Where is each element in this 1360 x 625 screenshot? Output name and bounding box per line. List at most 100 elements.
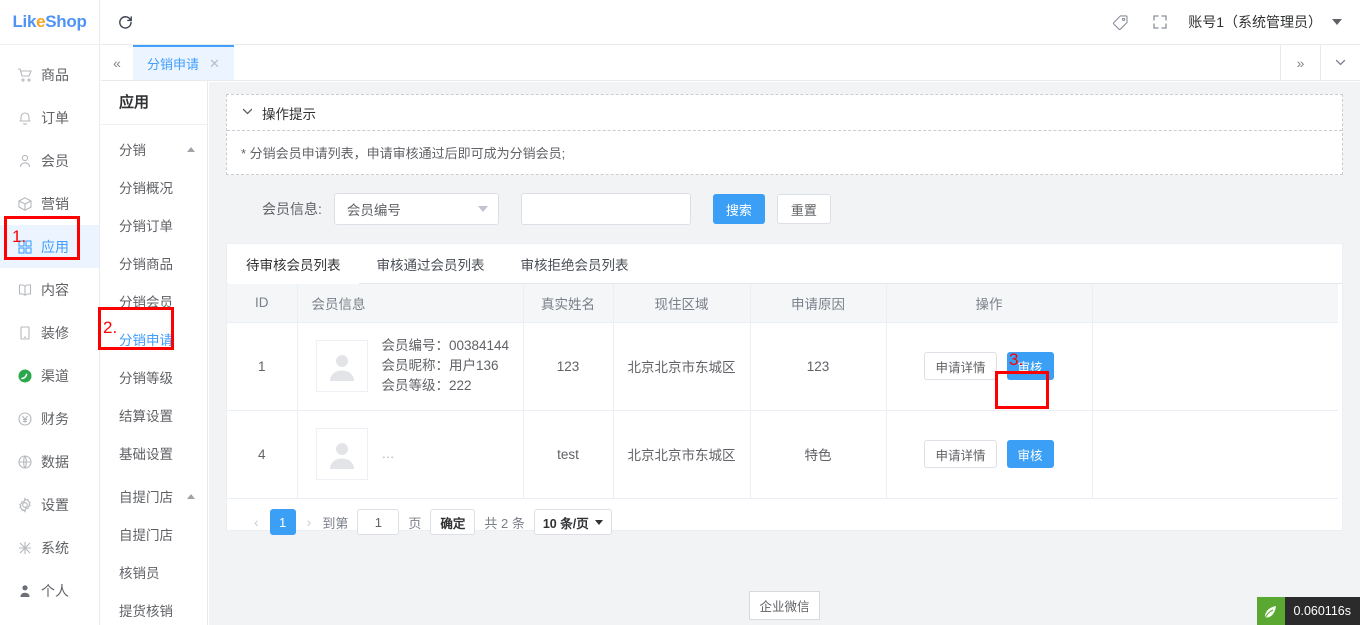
sidebar-label: 营销: [41, 194, 69, 214]
submenu-item-distribution-goods[interactable]: 分销商品: [101, 244, 207, 282]
page-tab-distribution-apply[interactable]: 分销申请 ✕: [133, 45, 234, 80]
submenu-item-pickup-verify[interactable]: 提货核销: [101, 591, 207, 625]
cell-operations: 申请详情 审核: [886, 410, 1092, 498]
sidebar-item-apps[interactable]: 应用: [0, 225, 99, 268]
operation-tip-header[interactable]: 操作提示: [227, 95, 1342, 131]
submenu-item-basic-settings[interactable]: 基础设置: [101, 434, 207, 472]
refresh-icon[interactable]: [101, 14, 149, 31]
submenu-item-pickup-store[interactable]: 自提门店: [101, 515, 207, 553]
page-number-1[interactable]: 1: [270, 509, 296, 535]
sidebar-label: 商品: [41, 65, 69, 85]
sidebar-item-system[interactable]: 系统: [0, 526, 99, 569]
audit-button[interactable]: 审核: [1007, 440, 1054, 468]
sidebar-item-orders[interactable]: 订单: [0, 96, 99, 139]
search-input[interactable]: [521, 193, 691, 225]
sidebar-label: 数据: [41, 452, 69, 472]
main-content: 操作提示 * 分销会员申请列表，申请审核通过后即可成为分销会员; 会员信息: 会…: [209, 82, 1360, 625]
audit-button[interactable]: 审核: [1007, 352, 1054, 380]
submenu-item-label: 基础设置: [119, 443, 173, 463]
submenu-item-distribution-members[interactable]: 分销会员: [101, 282, 207, 320]
system-icon: [16, 539, 33, 556]
sidebar-item-marketing[interactable]: 营销: [0, 182, 99, 225]
submenu-item-distribution-orders[interactable]: 分销订单: [101, 206, 207, 244]
chevron-left-icon[interactable]: ‹: [252, 514, 261, 530]
page-size-select[interactable]: 10 条/页: [534, 509, 612, 535]
sidebar-item-members[interactable]: 会员: [0, 139, 99, 182]
column-header-operations: 操作: [886, 284, 1092, 322]
chevron-up-icon: [187, 147, 195, 152]
member-details: …: [382, 444, 395, 464]
tab-pending-review[interactable]: 待审核会员列表: [227, 244, 359, 283]
tab-spacer: [234, 45, 1280, 80]
user-icon: [16, 152, 33, 169]
confirm-page-button[interactable]: 确定: [430, 509, 475, 535]
column-header-id: ID: [227, 284, 297, 322]
chevron-down-icon[interactable]: [1332, 19, 1342, 25]
tab-dropdown-icon[interactable]: [1320, 45, 1360, 80]
search-label: 会员信息:: [262, 199, 322, 219]
submenu-item-distribution-level[interactable]: 分销等级: [101, 358, 207, 396]
cell-reason: 123: [750, 322, 886, 410]
tag-icon[interactable]: [1100, 14, 1140, 31]
submenu-group-distribution[interactable]: 分销: [101, 130, 207, 168]
sidebar-label: 财务: [41, 409, 69, 429]
application-detail-button[interactable]: 申请详情: [924, 440, 996, 468]
sidebar-item-finance[interactable]: 财务: [0, 397, 99, 440]
app-root: LikeShop 商品 订单 会员 营销 应用: [0, 0, 1360, 625]
reset-button[interactable]: 重置: [777, 194, 831, 224]
search-button[interactable]: 搜索: [713, 194, 765, 224]
table-header-row: ID 会员信息 真实姓名 现住区域 申请原因 操作: [227, 284, 1338, 322]
table-row: 4 … test 北京北京市东城区 特色: [227, 410, 1338, 498]
account-name[interactable]: 账号1（系统管理员）: [1188, 12, 1322, 32]
wecom-button[interactable]: 企业微信: [749, 591, 819, 620]
sidebar-item-channel[interactable]: 渠道: [0, 354, 99, 397]
sidebar-item-decoration[interactable]: 装修: [0, 311, 99, 354]
cell-id: 4: [227, 410, 297, 498]
book-icon: [16, 281, 33, 298]
submenu-item-verifier[interactable]: 核销员: [101, 553, 207, 591]
submenu-item-label: 结算设置: [119, 405, 173, 425]
cell-reason: 特色: [750, 410, 886, 498]
double-chevron-left-icon[interactable]: «: [101, 45, 133, 80]
application-detail-button[interactable]: 申请详情: [924, 352, 996, 380]
pagination: ‹ 1 › 到第 页 确定 共 2 条 10 条/页: [227, 499, 1342, 546]
sidebar-label: 会员: [41, 151, 69, 171]
submenu-group-pickup-store[interactable]: 自提门店: [101, 477, 207, 515]
sidebar-item-goods[interactable]: 商品: [0, 53, 99, 96]
submenu-item-label: 分销概况: [119, 177, 173, 197]
tab-rejected[interactable]: 审核拒绝会员列表: [503, 244, 647, 283]
performance-badge: 0.060116s: [1257, 597, 1360, 625]
logo[interactable]: LikeShop: [0, 0, 99, 45]
sidebar-item-personal[interactable]: 个人: [0, 569, 99, 612]
person-icon: [16, 582, 33, 599]
close-icon[interactable]: ✕: [209, 56, 220, 72]
tab-strip: « 分销申请 ✕ »: [101, 45, 1360, 81]
sidebar-item-content[interactable]: 内容: [0, 268, 99, 311]
column-header-real-name: 真实姓名: [523, 284, 613, 322]
submenu-item-distribution-overview[interactable]: 分销概况: [101, 168, 207, 206]
bell-icon: [16, 109, 33, 126]
cell-region: 北京北京市东城区: [613, 322, 750, 410]
chevron-right-icon[interactable]: ›: [305, 514, 314, 530]
column-header-member-info: 会员信息: [297, 284, 523, 322]
primary-nav-list: 商品 订单 会员 营销 应用 内容: [0, 45, 99, 612]
tab-approved[interactable]: 审核通过会员列表: [359, 244, 503, 283]
double-chevron-right-icon[interactable]: »: [1280, 45, 1320, 80]
member-level-line: 会员等级：222: [382, 376, 510, 396]
sidebar-label: 内容: [41, 280, 69, 300]
sidebar-item-data[interactable]: 数据: [0, 440, 99, 483]
submenu-item-settlement-settings[interactable]: 结算设置: [101, 396, 207, 434]
cell-member-info: …: [297, 410, 523, 498]
column-header-spacer: [1092, 284, 1338, 322]
submenu-group-label: 自提门店: [119, 486, 173, 506]
row-actions: 申请详情 审核: [887, 352, 1092, 380]
sidebar-item-settings[interactable]: 设置: [0, 483, 99, 526]
cell-spacer: [1092, 322, 1338, 410]
submenu-item-distribution-apply[interactable]: 分销申请: [101, 320, 207, 358]
goto-page-input[interactable]: [357, 509, 399, 535]
topbar: 账号1（系统管理员）: [101, 0, 1360, 45]
fullscreen-icon[interactable]: [1140, 14, 1180, 30]
tab-label: 审核拒绝会员列表: [521, 254, 629, 274]
channel-icon: [16, 367, 33, 384]
member-info-type-select[interactable]: 会员编号: [334, 193, 499, 225]
